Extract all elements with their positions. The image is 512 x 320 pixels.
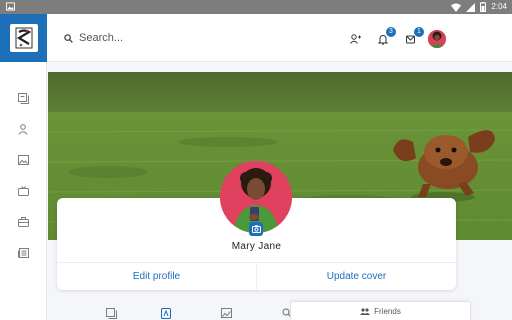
sidebar-item-profile[interactable] — [16, 122, 30, 136]
status-bar: 2:04 — [0, 0, 512, 14]
app-logo[interactable] — [0, 14, 47, 62]
sidebar-item-pages[interactable] — [16, 91, 30, 105]
sidebar-item-jobs[interactable] — [16, 215, 30, 229]
change-photo-button[interactable] — [249, 222, 263, 236]
photos-icon — [220, 308, 232, 318]
notifications-button[interactable]: 3 — [376, 27, 396, 46]
user-icon — [18, 123, 28, 135]
messages-badge: 1 — [414, 27, 424, 37]
app-root: 2:04 Search... 3 1 Mary Jane Edit profil… — [0, 0, 512, 320]
user-add-icon — [349, 34, 361, 44]
tab-photos[interactable] — [220, 307, 232, 319]
wifi-icon — [451, 3, 462, 12]
edit-profile-button[interactable]: Edit profile — [57, 263, 256, 289]
search-icon — [64, 33, 73, 43]
signal-icon — [466, 2, 476, 12]
friends-label: Friends — [374, 306, 401, 316]
battery-icon — [480, 2, 487, 12]
logo-emblem-icon — [9, 24, 38, 52]
newspaper-icon — [17, 248, 29, 258]
search-box[interactable]: Search... — [64, 28, 123, 48]
search-input[interactable]: Search... — [79, 32, 123, 44]
sidebar-item-news[interactable] — [16, 246, 30, 260]
notifications-badge: 3 — [386, 27, 396, 37]
about-icon — [161, 307, 171, 319]
briefcase-icon — [17, 217, 29, 227]
update-cover-button[interactable]: Update cover — [257, 263, 456, 289]
profile-name: Mary Jane — [231, 241, 282, 252]
pages-icon — [17, 92, 29, 104]
gallery-notification-icon — [6, 2, 15, 11]
camera-icon — [251, 225, 261, 233]
top-header: Search... 3 1 — [0, 14, 512, 62]
users-icon — [360, 307, 371, 315]
sidebar-item-photos[interactable] — [16, 153, 30, 167]
status-time: 2:04 — [491, 2, 507, 11]
tv-icon — [17, 185, 29, 196]
header-actions: 3 1 — [348, 27, 424, 48]
sidebar-item-watch[interactable] — [16, 184, 30, 198]
messages-button[interactable]: 1 — [404, 27, 424, 46]
user-avatar[interactable] — [428, 30, 446, 48]
posts-icon — [105, 307, 117, 319]
tab-posts[interactable] — [105, 307, 117, 319]
friends-chat-bar[interactable]: Friends — [290, 301, 471, 320]
tab-about[interactable] — [160, 307, 172, 319]
image-icon — [17, 155, 29, 165]
left-sidebar — [0, 62, 47, 320]
friend-requests-button[interactable] — [348, 32, 362, 46]
